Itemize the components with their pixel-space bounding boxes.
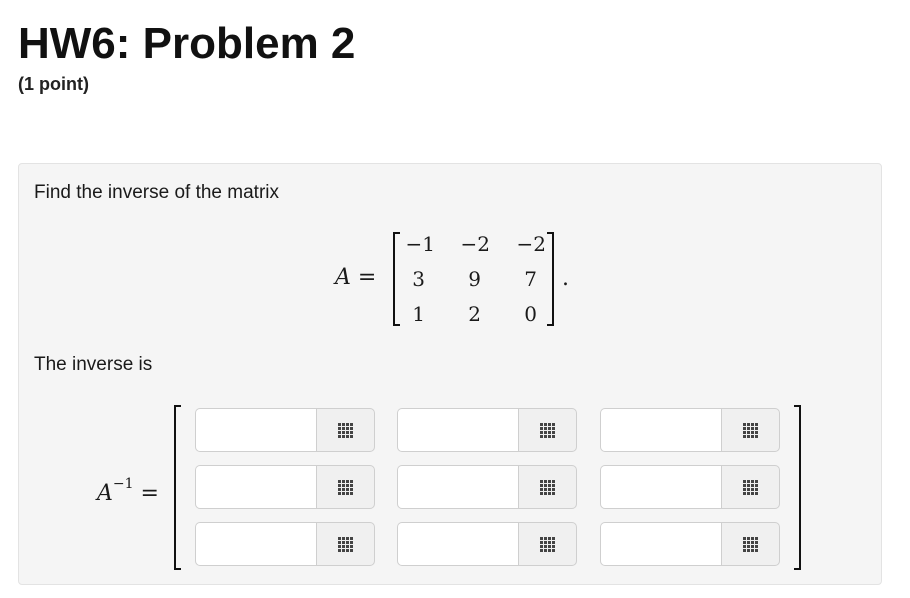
answer-cell-0-2 (600, 408, 780, 452)
answer-cell-2-0 (195, 522, 375, 566)
answer-input-2-2[interactable] (600, 522, 722, 566)
matrix-a-cell-2-0: 1 (412, 302, 425, 326)
matrix-a-cell-0-1: −2 (460, 232, 490, 256)
answer-prompt: The inverse is (34, 354, 153, 375)
inverse-name: A (97, 481, 113, 506)
matrix-grid-icon (338, 536, 353, 552)
answer-input-2-1[interactable] (397, 522, 519, 566)
answer-input-1-0[interactable] (195, 465, 317, 509)
matrix-entry-button[interactable] (721, 465, 780, 509)
inverse-left-bracket (174, 405, 181, 570)
answer-cell-2-1 (397, 522, 577, 566)
answer-input-2-0[interactable] (195, 522, 317, 566)
equals-sign: = (357, 265, 377, 290)
matrix-grid-icon (540, 479, 555, 495)
matrix-a-lhs: A = (335, 265, 376, 290)
matrix-entry-button[interactable] (721, 522, 780, 566)
matrix-entry-button[interactable] (518, 408, 577, 452)
answer-input-1-1[interactable] (397, 465, 519, 509)
matrix-grid-icon (540, 536, 555, 552)
matrix-grid-icon (338, 479, 353, 495)
matrix-grid-icon (338, 422, 353, 438)
matrix-entry-button[interactable] (316, 465, 375, 509)
matrix-entry-button[interactable] (518, 522, 577, 566)
inverse-lhs: A−1 = (97, 476, 159, 506)
matrix-grid-icon (540, 422, 555, 438)
matrix-entry-button[interactable] (721, 408, 780, 452)
matrix-a-right-bracket (547, 232, 554, 326)
matrix-a-cell-2-2: 0 (524, 302, 537, 326)
matrix-a-period: . (562, 266, 569, 291)
matrix-entry-button[interactable] (316, 408, 375, 452)
answer-cell-2-2 (600, 522, 780, 566)
problem-prompt: Find the inverse of the matrix (34, 182, 279, 203)
matrix-a-cell-1-1: 9 (468, 267, 481, 291)
matrix-a-cell-0-0: −1 (405, 232, 435, 256)
answer-cell-0-0 (195, 408, 375, 452)
inverse-right-bracket (794, 405, 801, 570)
inverse-exponent: −1 (112, 476, 134, 492)
matrix-entry-button[interactable] (518, 465, 577, 509)
answer-cell-1-0 (195, 465, 375, 509)
answer-cell-1-2 (600, 465, 780, 509)
answer-input-0-0[interactable] (195, 408, 317, 452)
page-title: HW6: Problem 2 (18, 19, 356, 68)
answer-cell-0-1 (397, 408, 577, 452)
answer-cell-1-1 (397, 465, 577, 509)
answer-input-1-2[interactable] (600, 465, 722, 509)
inverse-equals-sign: = (140, 481, 159, 506)
matrix-a-cell-1-2: 7 (524, 267, 537, 291)
matrix-grid-icon (743, 422, 758, 438)
matrix-grid-icon (743, 536, 758, 552)
matrix-a-cell-1-0: 3 (412, 267, 425, 291)
answer-input-0-1[interactable] (397, 408, 519, 452)
matrix-a-cell-0-2: −2 (516, 232, 546, 256)
matrix-grid-icon (743, 479, 758, 495)
answer-input-0-2[interactable] (600, 408, 722, 452)
matrix-a-cell-2-1: 2 (468, 302, 481, 326)
points-label: (1 point) (18, 74, 89, 94)
matrix-a-name: A (335, 265, 351, 290)
matrix-entry-button[interactable] (316, 522, 375, 566)
problem-panel: Find the inverse of the matrix A = −1 −2… (18, 163, 882, 585)
